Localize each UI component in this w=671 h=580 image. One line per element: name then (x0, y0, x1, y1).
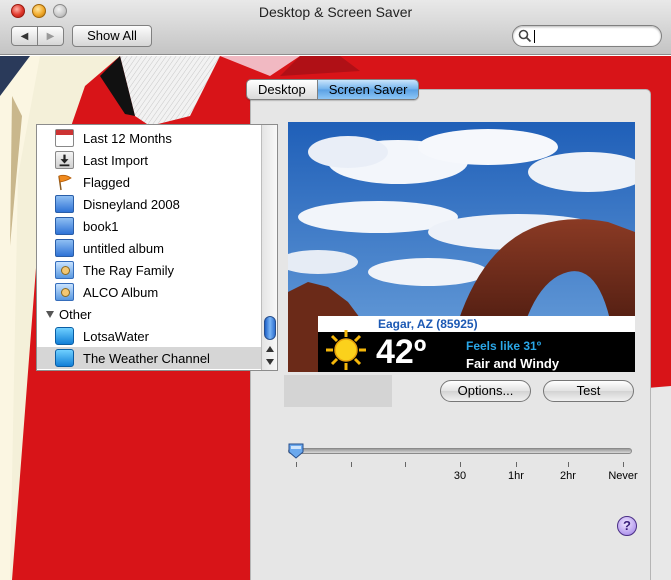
slider-tick (296, 462, 297, 467)
screensaver-icon (55, 327, 74, 345)
text-cursor (534, 30, 535, 43)
album-icon (55, 195, 74, 213)
slider-tick (568, 462, 569, 467)
slider-label-30: 30 (453, 470, 467, 482)
slider-tick (516, 462, 517, 467)
list-item[interactable]: LotsaWater (37, 325, 261, 347)
group-header-other[interactable]: Other (37, 303, 261, 325)
list-item-label: book1 (83, 219, 119, 234)
right-arrow-icon: ▶ (46, 30, 55, 42)
album-icon (55, 217, 74, 235)
scroll-up-arrow-icon[interactable] (266, 346, 274, 352)
scrollbar-thumb[interactable] (264, 316, 276, 340)
start-screen-saver-slider[interactable] (288, 448, 632, 454)
slider-tick (460, 462, 461, 467)
slider-tick (405, 462, 406, 467)
slider-thumb[interactable] (287, 443, 305, 459)
list-item-label: LotsaWater (83, 329, 149, 344)
list-item[interactable]: ALCO Album (37, 281, 261, 303)
list-item-label: Disneyland 2008 (83, 197, 180, 212)
list-item-label: Last Import (83, 153, 149, 168)
show-all-button[interactable]: Show All (72, 25, 152, 47)
navigation-buttons: ◀ ▶ (11, 26, 64, 46)
tab-screen-saver[interactable]: Screen Saver (316, 80, 419, 99)
list-item-label: Last 12 Months (83, 131, 172, 146)
window-title: Desktop & Screen Saver (258, 4, 413, 20)
search-input[interactable] (533, 28, 655, 44)
screensaver-icon (55, 349, 74, 367)
list-item[interactable]: book1 (37, 215, 261, 237)
vertical-scrollbar[interactable] (261, 125, 277, 370)
blank-panel (284, 375, 392, 407)
list-item-selected[interactable]: The Weather Channel (37, 347, 261, 369)
back-button[interactable]: ◀ (12, 27, 38, 45)
list-item-label: The Ray Family (83, 263, 175, 278)
help-button[interactable]: ? (617, 516, 637, 536)
search-field[interactable] (512, 25, 662, 47)
calendar-icon (55, 129, 74, 147)
smart-album-icon (55, 283, 74, 301)
sun-icon (326, 330, 366, 370)
weather-feels-like: Feels like 31º (466, 339, 542, 353)
forward-button[interactable]: ▶ (38, 27, 63, 45)
screen-saver-list[interactable]: Last 12 Months Last Import Flagged Disne… (36, 124, 278, 371)
tab-bar: Desktop Screen Saver (246, 79, 420, 100)
window-toolbar: Desktop & Screen Saver ◀ ▶ Show All (0, 0, 671, 55)
list-item-label: ALCO Album (83, 285, 159, 300)
list-item[interactable]: Last Import (37, 149, 261, 171)
import-icon (55, 151, 74, 169)
list-item-label: Flagged (83, 175, 130, 190)
list-item[interactable]: Disneyland 2008 (37, 193, 261, 215)
list-item[interactable]: Flagged (37, 171, 261, 193)
album-icon (55, 239, 74, 257)
options-button[interactable]: Options... (440, 380, 531, 402)
test-button[interactable]: Test (543, 380, 634, 402)
slider-tick (351, 462, 352, 467)
list-item[interactable]: untitled album (37, 237, 261, 259)
group-header-label: Other (59, 307, 92, 322)
disclosure-triangle-icon[interactable] (46, 311, 54, 318)
flag-icon (58, 174, 72, 191)
tab-desktop[interactable]: Desktop (247, 80, 317, 99)
slider-label-never: Never (608, 470, 638, 482)
weather-location: Eagar, AZ (85925) (378, 317, 478, 331)
slider-label-2hr: 2hr (560, 470, 576, 482)
weather-condition: Fair and Windy (466, 356, 560, 371)
list-item-label: The Weather Channel (83, 351, 210, 366)
slider-tick (623, 462, 624, 467)
list-item[interactable]: Last 12 Months (37, 127, 261, 149)
smart-album-icon (55, 261, 74, 279)
screen-saver-preview: Eagar, AZ (85925) 42º Feels like 31º Fai… (288, 122, 635, 372)
scroll-down-arrow-icon[interactable] (266, 359, 274, 365)
search-icon (518, 29, 532, 43)
list-item-label: untitled album (83, 241, 164, 256)
list-item[interactable]: The Ray Family (37, 259, 261, 281)
weather-temperature: 42º (376, 333, 427, 371)
slider-label-1hr: 1hr (508, 470, 524, 482)
left-arrow-icon: ◀ (20, 30, 29, 42)
